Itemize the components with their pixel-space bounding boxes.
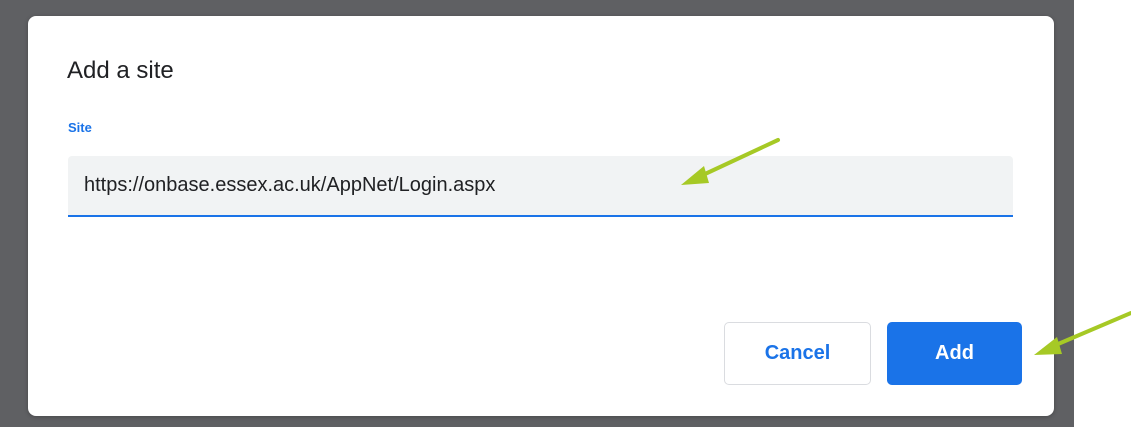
dialog-title: Add a site bbox=[67, 57, 174, 84]
add-button[interactable]: Add bbox=[887, 322, 1022, 385]
cancel-button[interactable]: Cancel bbox=[724, 322, 871, 385]
add-site-dialog: Add a site Site Cancel Add bbox=[28, 16, 1054, 416]
site-field-label: Site bbox=[68, 120, 92, 135]
site-input[interactable] bbox=[68, 156, 1013, 217]
